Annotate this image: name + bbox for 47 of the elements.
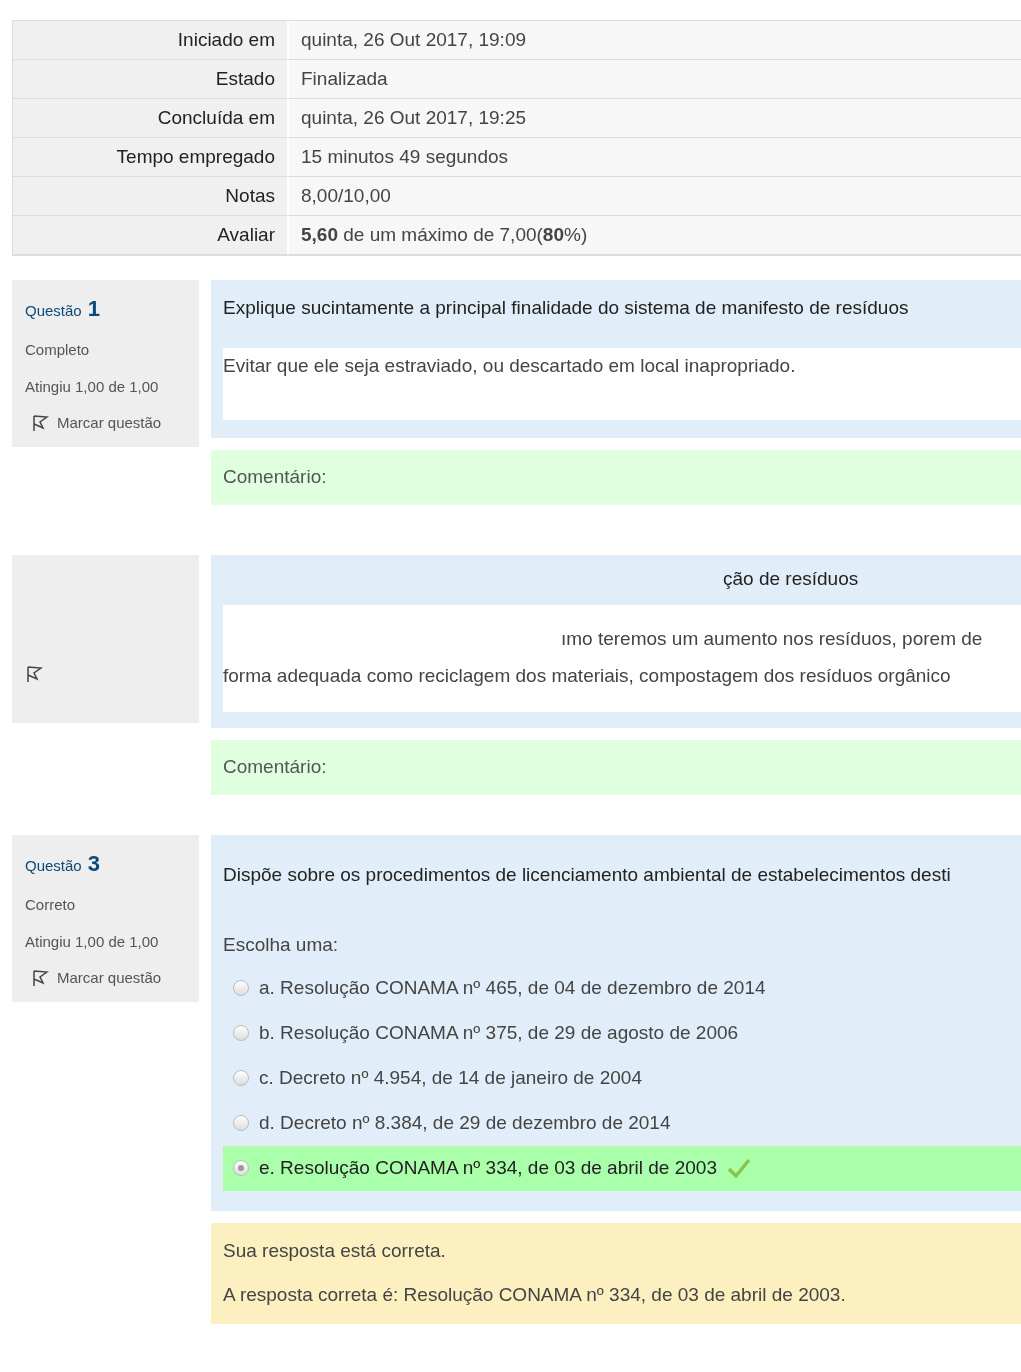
option-label: c. Decreto nº 4.954, de 14 de janeiro de 2004	[259, 1065, 642, 1090]
flag-icon[interactable]	[31, 969, 49, 988]
summary-value: 15 minutos 49 segundos	[289, 138, 1021, 176]
comment-box: Comentário:	[211, 740, 1021, 795]
answer-text: ımo teremos um aumento nos resíduos, porem de	[560, 627, 984, 651]
comment-box: Comentário:	[211, 450, 1021, 505]
checkmark-icon	[726, 1157, 751, 1179]
radio-button[interactable]	[233, 980, 249, 996]
summary-label: Notas	[13, 177, 289, 215]
flag-icon[interactable]	[25, 665, 43, 683]
summary-value: 5,60 de um máximo de 7,00(80%)	[289, 216, 1021, 254]
summary-value: Finalizada	[289, 60, 1021, 98]
radio-button[interactable]	[233, 1115, 249, 1131]
answer-text: Evitar que ele seja estraviado, ou descartado em local inapropriado.	[223, 354, 797, 378]
question-label: Questão	[25, 301, 82, 321]
choice-prompt: Escolha uma:	[223, 933, 340, 957]
summary-label: Estado	[13, 60, 289, 98]
summary-label: Tempo empregado	[13, 138, 289, 176]
flag-icon[interactable]	[31, 414, 49, 433]
summary-label: Iniciado em	[13, 21, 289, 59]
flag-question-link[interactable]: Marcar questão	[57, 967, 162, 990]
summary-label: Avaliar	[13, 216, 289, 254]
summary-value: 8,00/10,00	[289, 177, 1021, 215]
question-text: Dispõe sobre os procedimentos de licenciamento ambiental de estabelecimentos desti	[223, 863, 952, 887]
question-state: Completo	[25, 340, 91, 360]
question-text: Explique sucintamente a principal finalidade do sistema de manifesto de resíduos	[223, 296, 910, 320]
summary-value: quinta, 26 Out 2017, 19:25	[289, 99, 1021, 137]
question-label: Questão	[25, 856, 82, 876]
question-grade: Atingiu 1,00 de 1,00	[25, 376, 160, 397]
question-number: 3	[87, 850, 100, 878]
question-state: Correto	[25, 895, 77, 915]
option-label: e. Resolução CONAMA nº 334, de 03 de abril de 2003	[259, 1155, 717, 1180]
flag-question-link[interactable]: Marcar questão	[57, 412, 162, 435]
feedback-text: Sua resposta está correta.	[223, 1238, 447, 1263]
radio-button[interactable]	[233, 1160, 249, 1176]
feedback-text: A resposta correta é: Resolução CONAMA nº 334, de 03 de abril de 2003.	[223, 1283, 847, 1307]
radio-button[interactable]	[233, 1025, 249, 1041]
question-number: 1	[87, 295, 100, 323]
summary-label: Concluída em	[13, 99, 289, 137]
radio-button[interactable]	[233, 1070, 249, 1086]
answer-text: forma adequada como reciclagem dos materiais, compostagem dos resíduos orgânico	[223, 663, 952, 688]
option-label: b. Resolução CONAMA nº 375, de 29 de agosto de 2006	[259, 1020, 739, 1045]
question-text: ção de resíduos	[722, 567, 860, 591]
option-label: d. Decreto nº 8.384, de 29 de dezembro de 2014	[259, 1110, 671, 1135]
question-grade: Atingiu 1,00 de 1,00	[25, 931, 160, 952]
summary-value: quinta, 26 Out 2017, 19:09	[289, 21, 1021, 59]
option-label: a. Resolução CONAMA nº 465, de 04 de dezembro de 2014	[259, 975, 766, 1000]
